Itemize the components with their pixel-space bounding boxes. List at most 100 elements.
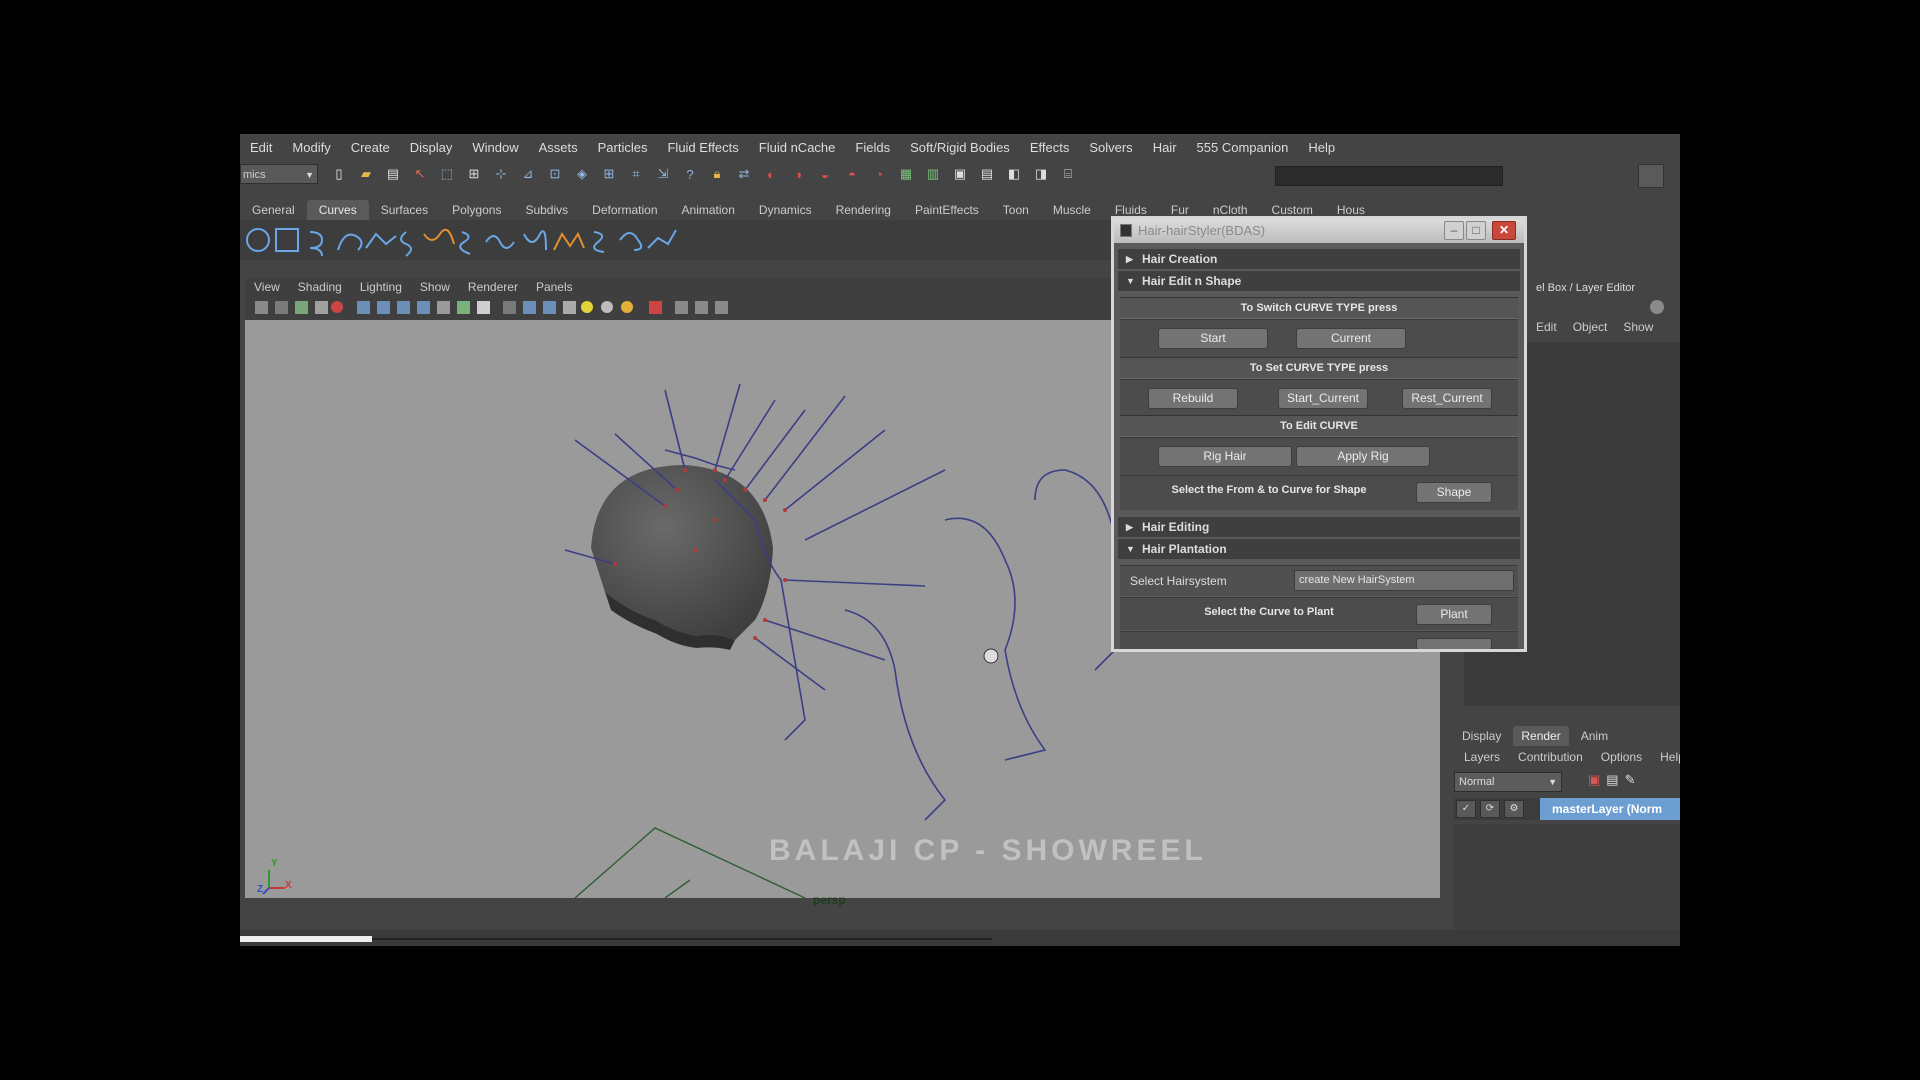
start-button[interactable]: Start [1158, 328, 1268, 349]
viewport-menu-shading[interactable]: Shading [289, 280, 351, 294]
layout-icon[interactable]: ◨ [1030, 163, 1052, 185]
menu-particles[interactable]: Particles [588, 140, 658, 155]
layer-tab-anim[interactable]: Anim [1573, 726, 1616, 746]
shelf-tab-animation[interactable]: Animation [670, 200, 747, 220]
channel-menu-object[interactable]: Object [1573, 320, 1608, 334]
smooth-shade-icon[interactable] [397, 301, 410, 314]
snap-view-icon[interactable]: ◈ [571, 163, 593, 185]
render-settings-icon[interactable]: ◒ [814, 163, 836, 185]
isolate-select-icon[interactable] [503, 301, 516, 314]
menu-555-companion[interactable]: 555 Companion [1187, 140, 1299, 155]
attach-curve-icon[interactable] [423, 228, 455, 245]
cv-curve-icon[interactable] [309, 231, 324, 257]
select-object-icon[interactable]: ⬚ [436, 163, 458, 185]
layer-settings-icon[interactable]: ⚙ [1504, 800, 1524, 818]
ep-curve-icon[interactable] [337, 233, 363, 251]
select-hierarchy-icon[interactable]: ↖ [409, 163, 431, 185]
menu-help[interactable]: Help [1298, 140, 1345, 155]
light-all-icon[interactable] [601, 301, 613, 313]
start-current-button[interactable]: Start_Current [1278, 388, 1368, 409]
blend-mode-select[interactable]: Normal ▼ [1454, 772, 1562, 792]
construction-history-icon[interactable]: ⇲ [652, 163, 674, 185]
rig-hair-button[interactable]: Rig Hair [1158, 446, 1292, 467]
render-settings-icon[interactable]: ✎ [1625, 772, 1636, 788]
grid-toggle-icon[interactable] [357, 301, 370, 314]
history-icon[interactable]: ⌗ [625, 163, 647, 185]
snap-grid-icon[interactable]: ⊹ [490, 163, 512, 185]
cut-curve-icon[interactable] [553, 231, 585, 251]
outliner-icon[interactable]: ▣ [949, 163, 971, 185]
layer-menu-help[interactable]: Help [1660, 750, 1680, 764]
shelf-tab-curves[interactable]: Curves [306, 200, 369, 220]
numeric-input-field[interactable] [1275, 166, 1503, 186]
new-layer-icon[interactable]: ▣ [1588, 772, 1600, 788]
current-button[interactable]: Current [1296, 328, 1406, 349]
attribute-editor-icon[interactable]: ▦ [895, 163, 917, 185]
light-default-icon[interactable] [581, 301, 593, 313]
wireframe-icon[interactable] [377, 301, 390, 314]
lock-icon[interactable]: 🔒︎ [706, 163, 728, 185]
menu-effects[interactable]: Effects [1020, 140, 1080, 155]
bookmark-icon[interactable] [295, 301, 308, 314]
snap-curve-icon[interactable]: ⊿ [517, 163, 539, 185]
camera-icon[interactable]: ◧ [1003, 163, 1025, 185]
layer-menu-options[interactable]: Options [1601, 750, 1642, 764]
align-curve-icon[interactable] [485, 235, 515, 249]
layer-row[interactable]: ✓ ⟳ ⚙ masterLayer (Norm [1454, 798, 1680, 820]
menu-solvers[interactable]: Solvers [1079, 140, 1142, 155]
open-scene-icon[interactable]: ▰ [355, 163, 377, 185]
section-hair-creation[interactable]: ▶ Hair Creation [1118, 249, 1520, 269]
maximize-icon[interactable]: □ [1466, 221, 1486, 240]
shelf-tab-polygons[interactable]: Polygons [440, 200, 513, 220]
shelf-tab-general[interactable]: General [240, 200, 307, 220]
open-close-curve-icon[interactable] [523, 230, 547, 251]
resolution-gate-icon[interactable] [649, 301, 662, 314]
plant-button[interactable]: Plant [1416, 604, 1492, 625]
close-icon[interactable]: ✕ [1492, 221, 1516, 240]
menu-assets[interactable]: Assets [529, 140, 588, 155]
camera-attributes-icon[interactable] [275, 301, 288, 314]
wireframe-on-shaded-icon[interactable] [417, 301, 430, 314]
field-chart-icon[interactable] [715, 301, 728, 314]
clipped-button[interactable] [1416, 638, 1492, 649]
render-view-icon[interactable]: ◔ [868, 163, 890, 185]
menu-display[interactable]: Display [400, 140, 463, 155]
shelf-tab-dynamics[interactable]: Dynamics [747, 200, 824, 220]
xray-joints-icon[interactable] [543, 301, 556, 314]
menu-modify[interactable]: Modify [282, 140, 340, 155]
channel-menu-edit[interactable]: Edit [1536, 320, 1557, 334]
recycle-icon[interactable]: ⟳ [1480, 800, 1500, 818]
section-hair-plantation[interactable]: ▼ Hair Plantation [1118, 539, 1520, 559]
menu-soft-rigid-bodies[interactable]: Soft/Rigid Bodies [900, 140, 1020, 155]
film-gate-icon[interactable] [331, 301, 343, 313]
shelf-tab-surfaces[interactable]: Surfaces [369, 200, 440, 220]
menuset-select[interactable]: mics ▼ [240, 164, 318, 184]
select-camera-icon[interactable] [255, 301, 268, 314]
menu-hair[interactable]: Hair [1143, 140, 1187, 155]
menu-fluid-ncache[interactable]: Fluid nCache [749, 140, 846, 155]
texture-icon[interactable] [437, 301, 450, 314]
nurbs-square-icon[interactable] [275, 228, 299, 252]
section-hair-edit-shape[interactable]: ▼ Hair Edit n Shape [1118, 271, 1520, 291]
safe-title-icon[interactable] [695, 301, 708, 314]
apply-rig-button[interactable]: Apply Rig [1296, 446, 1430, 467]
channel-menu-show[interactable]: Show [1623, 320, 1653, 334]
viewport-menu-view[interactable]: View [245, 280, 289, 294]
time-slider-range[interactable] [240, 936, 372, 942]
layer-menu-contribution[interactable]: Contribution [1518, 750, 1583, 764]
menu-fluid-effects[interactable]: Fluid Effects [657, 140, 748, 155]
layer-menu-layers[interactable]: Layers [1464, 750, 1500, 764]
head-mesh[interactable] [591, 465, 773, 650]
shelf-tab-toon[interactable]: Toon [991, 200, 1041, 220]
viewport-menu-show[interactable]: Show [411, 280, 459, 294]
layer-tab-render[interactable]: Render [1513, 726, 1569, 746]
high-quality-icon[interactable] [563, 301, 576, 314]
ipr-render-icon[interactable]: ◑ [787, 163, 809, 185]
offset-curve-icon[interactable] [619, 232, 643, 251]
select-component-icon[interactable]: ⊞ [463, 163, 485, 185]
viewport-menu-lighting[interactable]: Lighting [351, 280, 411, 294]
new-scene-icon[interactable]: ▯ [328, 163, 350, 185]
render-toggle-icon[interactable]: ✓ [1456, 800, 1476, 818]
shelf-tab-subdivs[interactable]: Subdivs [513, 200, 580, 220]
render-current-icon[interactable]: ◐ [760, 163, 782, 185]
